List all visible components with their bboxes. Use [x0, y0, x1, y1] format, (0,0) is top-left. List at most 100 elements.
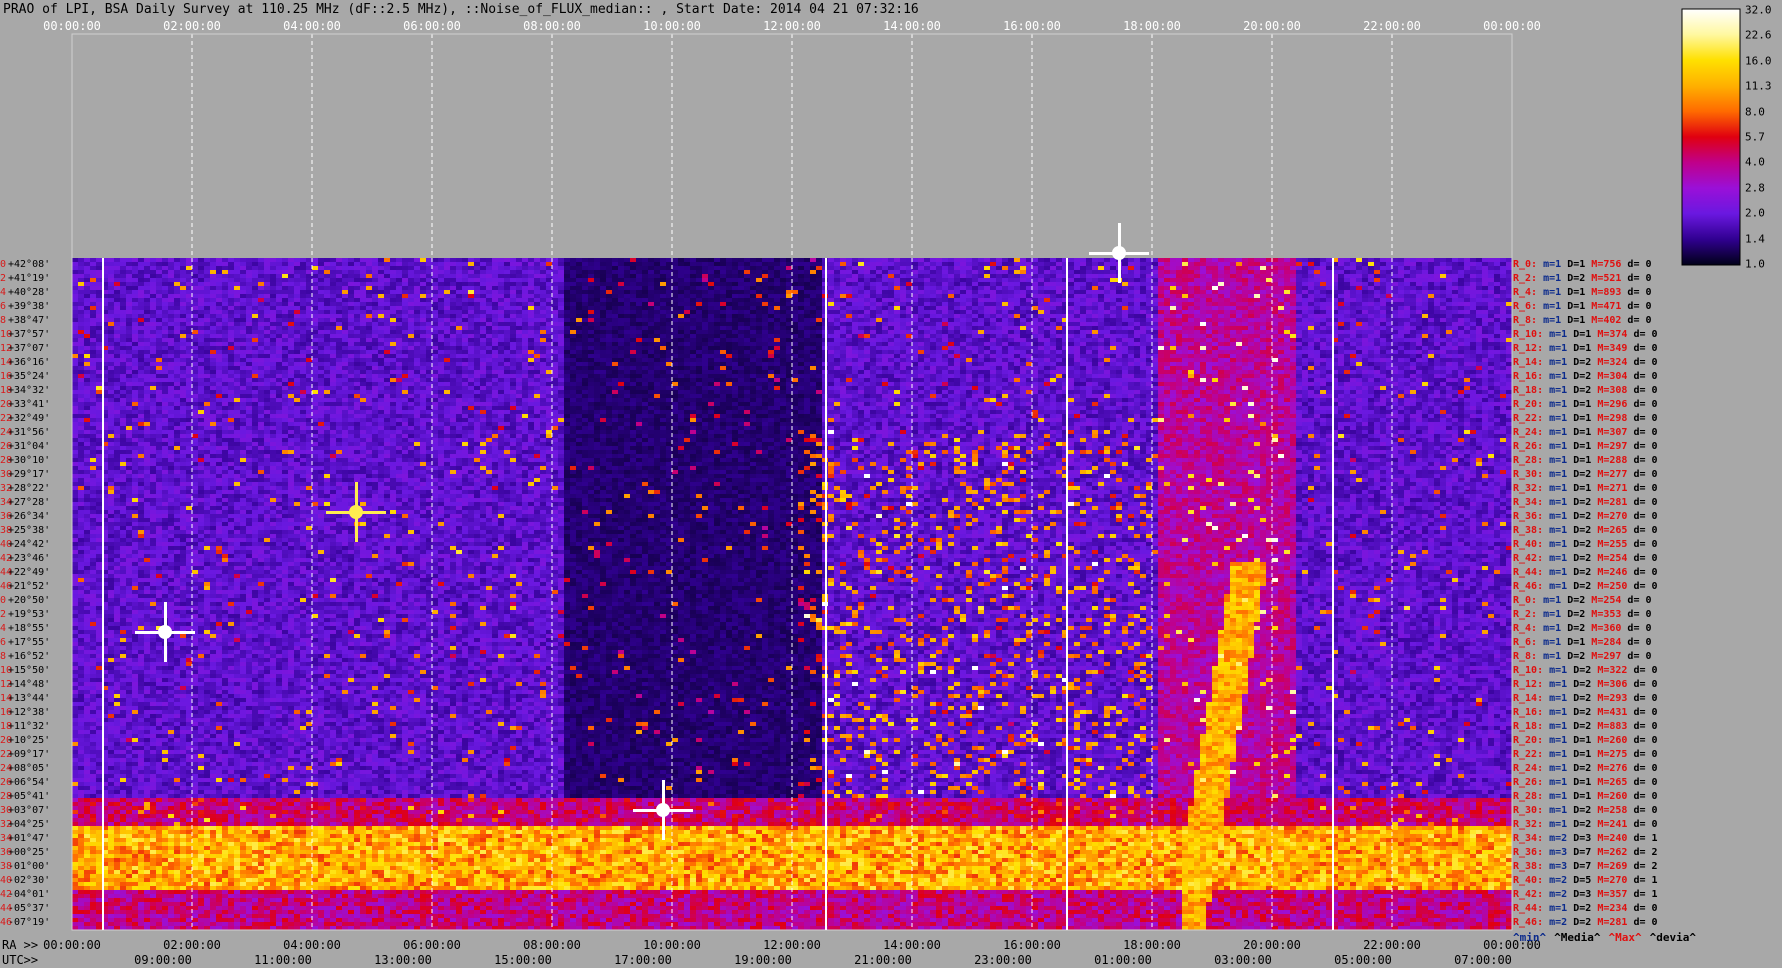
heatmap-cell — [744, 270, 750, 274]
heatmap-cell — [300, 266, 306, 270]
heatmap-cell — [402, 274, 408, 278]
heatmap-cell — [198, 270, 204, 274]
heatmap-cell — [1344, 302, 1350, 306]
heatmap-cell — [618, 274, 624, 278]
heatmap-cell — [372, 262, 378, 266]
heatmap-cell — [1272, 282, 1278, 286]
heatmap-cell — [696, 262, 702, 266]
heatmap-cell — [1452, 294, 1458, 298]
heatmap-cell — [492, 302, 498, 306]
heatmap-cell — [1176, 302, 1182, 306]
heatmap-cell — [1140, 294, 1146, 298]
heatmap-cell — [204, 274, 210, 278]
heatmap-cell — [786, 258, 792, 262]
heatmap-cell — [1458, 290, 1464, 294]
heatmap-cell — [672, 266, 678, 270]
heatmap-cell — [198, 298, 204, 302]
heatmap-cell — [150, 266, 156, 270]
heatmap-cell — [1464, 302, 1470, 306]
heatmap-cell — [318, 286, 324, 290]
heatmap-cell — [1146, 258, 1152, 262]
heatmap-cell — [834, 302, 840, 306]
heatmap-cell — [606, 282, 612, 286]
heatmap-cell — [474, 282, 480, 286]
heatmap-cell — [156, 266, 162, 270]
heatmap-cell — [636, 302, 642, 306]
heatmap-cell — [1236, 290, 1242, 294]
heatmap-cell — [486, 298, 492, 302]
heatmap-cell — [828, 302, 834, 306]
heatmap-cell — [1002, 278, 1008, 282]
heatmap-cell — [858, 298, 864, 302]
heatmap-cell — [870, 302, 876, 306]
heatmap-cell — [1140, 286, 1146, 290]
heatmap-cell — [90, 258, 96, 262]
heatmap-cell — [954, 270, 960, 274]
heatmap-cell — [588, 294, 594, 298]
heatmap-cell — [1092, 278, 1098, 282]
heatmap-cell — [792, 258, 798, 262]
heatmap-cell — [936, 274, 942, 278]
heatmap-cell — [1290, 282, 1296, 286]
heatmap-cell — [780, 298, 786, 302]
heatmap-cell — [1464, 270, 1470, 274]
heatmap-cell — [894, 262, 900, 266]
heatmap-cell — [108, 270, 114, 274]
heatmap-cell — [834, 278, 840, 282]
heatmap-cell — [1182, 258, 1188, 262]
heatmap-cell — [642, 282, 648, 286]
heatmap-cell — [150, 286, 156, 290]
heatmap-cell — [1044, 278, 1050, 282]
heatmap-cell — [294, 270, 300, 274]
heatmap-cell — [726, 282, 732, 286]
heatmap-cell — [228, 278, 234, 282]
heatmap-cell — [1128, 286, 1134, 290]
heatmap-cell — [258, 294, 264, 298]
heatmap-cell — [864, 294, 870, 298]
heatmap-cell — [1302, 282, 1308, 286]
heatmap-cell — [540, 274, 546, 278]
heatmap-cell — [624, 294, 630, 298]
heatmap-cell — [1446, 274, 1452, 278]
heatmap-cell — [78, 270, 84, 274]
heatmap-cell — [114, 274, 120, 278]
heatmap-cell — [642, 262, 648, 266]
heatmap-cell — [162, 274, 168, 278]
heatmap-cell — [1080, 262, 1086, 266]
heatmap-cell — [426, 278, 432, 282]
heatmap-cell — [906, 262, 912, 266]
heatmap-cell — [738, 270, 744, 274]
heatmap-cell — [1098, 286, 1104, 290]
heatmap-cell — [564, 274, 570, 278]
heatmap-cell — [1422, 282, 1428, 286]
heatmap-cell — [618, 286, 624, 290]
heatmap-cell — [798, 302, 804, 306]
heatmap-cell — [330, 290, 336, 294]
heatmap-cell — [1368, 258, 1374, 262]
heatmap-cell — [162, 302, 168, 306]
heatmap-cell — [222, 294, 228, 298]
heatmap-cell — [804, 262, 810, 266]
heatmap-cell — [1002, 274, 1008, 278]
heatmap-cell — [78, 266, 84, 270]
heatmap-cell — [150, 294, 156, 298]
heatmap-cell — [918, 266, 924, 270]
heatmap-cell — [1488, 290, 1494, 294]
heatmap-cell — [1170, 258, 1176, 262]
heatmap-cell — [1182, 286, 1188, 290]
heatmap-cell — [1392, 258, 1398, 262]
heatmap-cell — [720, 274, 726, 278]
heatmap-cell — [90, 302, 96, 306]
heatmap-cell — [612, 270, 618, 274]
heatmap-cell — [792, 266, 798, 270]
heatmap-cell — [882, 290, 888, 294]
heatmap-cell — [228, 282, 234, 286]
heatmap-cell — [1122, 286, 1128, 290]
heatmap-cell — [690, 278, 696, 282]
heatmap-cell — [792, 262, 798, 266]
heatmap-cell — [432, 258, 438, 262]
heatmap-cell — [162, 294, 168, 298]
heatmap-cell — [1182, 294, 1188, 298]
heatmap-cell — [1416, 298, 1422, 302]
heatmap-cell — [966, 274, 972, 278]
